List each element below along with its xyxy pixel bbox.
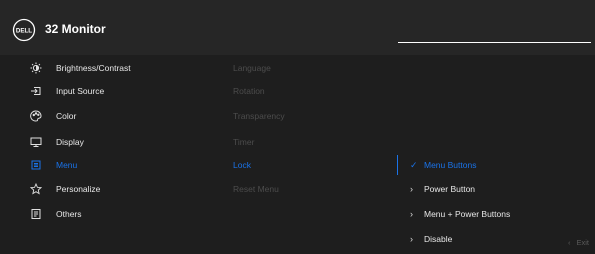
option-menu-power-buttons[interactable]: › Menu + Power Buttons <box>410 204 590 224</box>
others-icon <box>28 207 44 221</box>
menu-item-input-source[interactable]: Input Source <box>28 81 104 101</box>
submenu: Language Rotation Transparency Timer Loc… <box>201 55 397 254</box>
menu-label: Display <box>56 137 84 147</box>
option-menu-buttons[interactable]: ✓ Menu Buttons <box>410 155 590 175</box>
options-panel: ✓ Menu Buttons › Power Button › Menu + P… <box>397 55 595 254</box>
check-icon: ✓ <box>410 159 418 170</box>
menu-label: Menu <box>56 160 78 170</box>
option-label: Menu + Power Buttons <box>424 209 511 219</box>
brightness-icon <box>28 61 44 75</box>
submenu-item-language[interactable]: Language <box>233 58 271 78</box>
submenu-item-lock[interactable]: Lock <box>233 155 251 175</box>
menu-label: Others <box>56 209 82 219</box>
selection-divider <box>397 155 398 175</box>
main-menu: Brightness/Contrast Input Source Color D… <box>0 55 201 254</box>
option-power-button[interactable]: › Power Button <box>410 179 590 199</box>
osd-header: DELL 32 Monitor <box>0 0 595 55</box>
option-label: Menu Buttons <box>424 160 477 170</box>
menu-item-brightness-contrast[interactable]: Brightness/Contrast <box>28 58 131 78</box>
menu-item-color[interactable]: Color <box>28 106 76 126</box>
input-source-icon <box>28 84 44 98</box>
menu-item-menu[interactable]: Menu <box>28 155 77 175</box>
dell-logo: DELL <box>12 18 36 42</box>
svg-text:DELL: DELL <box>16 27 32 34</box>
option-label: Power Button <box>424 184 476 194</box>
menu-label: Input Source <box>56 86 105 96</box>
chevron-left-icon: ‹ <box>567 238 571 247</box>
osd-window: DELL 32 Monitor Brightness/Contrast Inpu… <box>0 0 595 254</box>
submenu-item-transparency[interactable]: Transparency <box>233 106 285 126</box>
star-icon <box>28 182 44 196</box>
chevron-right-icon: › <box>410 234 413 244</box>
menu-label: Color <box>56 111 77 121</box>
palette-icon <box>28 109 44 123</box>
chevron-right-icon: › <box>410 209 413 219</box>
menu-label: Personalize <box>56 184 101 194</box>
monitor-title: 32 Monitor <box>45 22 106 36</box>
menu-icon <box>28 158 44 172</box>
menu-item-display[interactable]: Display <box>28 132 84 152</box>
header-underline <box>398 42 591 43</box>
exit-button[interactable]: ‹ Exit <box>568 238 589 247</box>
exit-label: Exit <box>576 238 589 247</box>
submenu-item-timer[interactable]: Timer <box>233 132 254 152</box>
chevron-right-icon: › <box>410 184 413 194</box>
submenu-item-reset-menu[interactable]: Reset Menu <box>233 179 279 199</box>
menu-item-others[interactable]: Others <box>28 204 82 224</box>
option-label: Disable <box>424 234 453 244</box>
option-disable[interactable]: › Disable <box>410 229 590 249</box>
display-icon <box>28 135 44 149</box>
menu-item-personalize[interactable]: Personalize <box>28 179 100 199</box>
menu-label: Brightness/Contrast <box>56 63 131 73</box>
submenu-item-rotation[interactable]: Rotation <box>233 81 265 101</box>
